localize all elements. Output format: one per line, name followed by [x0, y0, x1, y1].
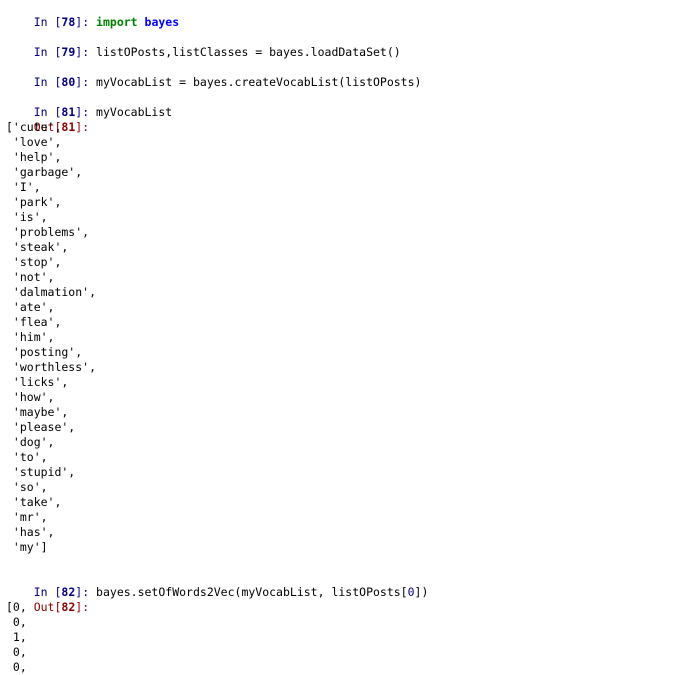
input-line[interactable]: In [79]: listOPosts,listClasses = bayes.…	[6, 30, 680, 59]
output-line: 0,	[6, 645, 27, 659]
output-line: ['cute',	[6, 120, 62, 134]
output-line: 'park',	[6, 195, 62, 209]
output-line: 'my']	[6, 540, 48, 554]
code-text: bayes.setOfWords2Vec(myVocabList, listOP…	[96, 585, 408, 599]
output-line: 'love',	[6, 135, 62, 149]
output-line: 'him',	[6, 330, 55, 344]
input-prompt: In [82]:	[33, 585, 97, 599]
output-line: 'ate',	[6, 300, 55, 314]
output-line: 'take',	[6, 495, 62, 509]
code-text: myVocabList	[96, 105, 173, 119]
output-line: 1,	[6, 630, 27, 644]
input-prompt: In [80]:	[33, 75, 97, 89]
output-block: [0, 0, 1, 0, 0,	[6, 600, 680, 675]
code-number: 0	[407, 585, 415, 599]
output-line: 'posting',	[6, 345, 83, 359]
output-block: ['cute', 'love', 'help', 'garbage', 'I',…	[6, 120, 680, 555]
input-prompt: In [78]:	[33, 15, 97, 29]
output-line: 'mr',	[6, 510, 48, 524]
output-line: 'has',	[6, 525, 55, 539]
output-line: 'so',	[6, 480, 48, 494]
output-line: 0,	[6, 660, 27, 674]
input-prompt: In [79]:	[33, 45, 97, 59]
output-line: 'dalmation',	[6, 285, 97, 299]
output-line: 'dog',	[6, 435, 55, 449]
input-prompt: In [81]:	[33, 105, 97, 119]
input-line[interactable]: In [78]: import bayes	[6, 0, 680, 29]
output-line: 'I',	[6, 180, 41, 194]
output-line: 'maybe',	[6, 405, 69, 419]
output-line: 'stupid',	[6, 465, 76, 479]
output-line: 0,	[6, 615, 27, 629]
output-line: 'worthless',	[6, 360, 97, 374]
code-text: ])	[414, 585, 429, 599]
output-line: 'how',	[6, 390, 55, 404]
input-line[interactable]: In [81]: myVocabList	[6, 90, 680, 119]
output-line: [0,	[6, 600, 27, 614]
output-line: 'help',	[6, 150, 62, 164]
module-name: bayes	[144, 15, 180, 29]
output-prompt: Out[82]:	[33, 600, 90, 614]
output-line: 'flea',	[6, 315, 62, 329]
output-line: 'is',	[6, 210, 48, 224]
ipython-console[interactable]: In [78]: import bayes In [79]: listOPost…	[6, 0, 680, 675]
output-line: 'not',	[6, 270, 55, 284]
output-line: 'stop',	[6, 255, 62, 269]
output-line: 'steak',	[6, 240, 69, 254]
input-line[interactable]: In [80]: myVocabList = bayes.createVocab…	[6, 60, 680, 89]
output-line: 'garbage',	[6, 165, 83, 179]
output-line: 'please',	[6, 420, 76, 434]
code-text: listOPosts,listClasses = bayes.loadDataS…	[96, 45, 401, 59]
output-line: 'licks',	[6, 375, 69, 389]
output-line: 'problems',	[6, 225, 90, 239]
keyword-import: import	[96, 15, 138, 29]
code-text: myVocabList = bayes.createVocabList(list…	[96, 75, 422, 89]
output-line: 'to',	[6, 450, 48, 464]
input-line[interactable]: In [82]: bayes.setOfWords2Vec(myVocabLis…	[6, 570, 680, 599]
